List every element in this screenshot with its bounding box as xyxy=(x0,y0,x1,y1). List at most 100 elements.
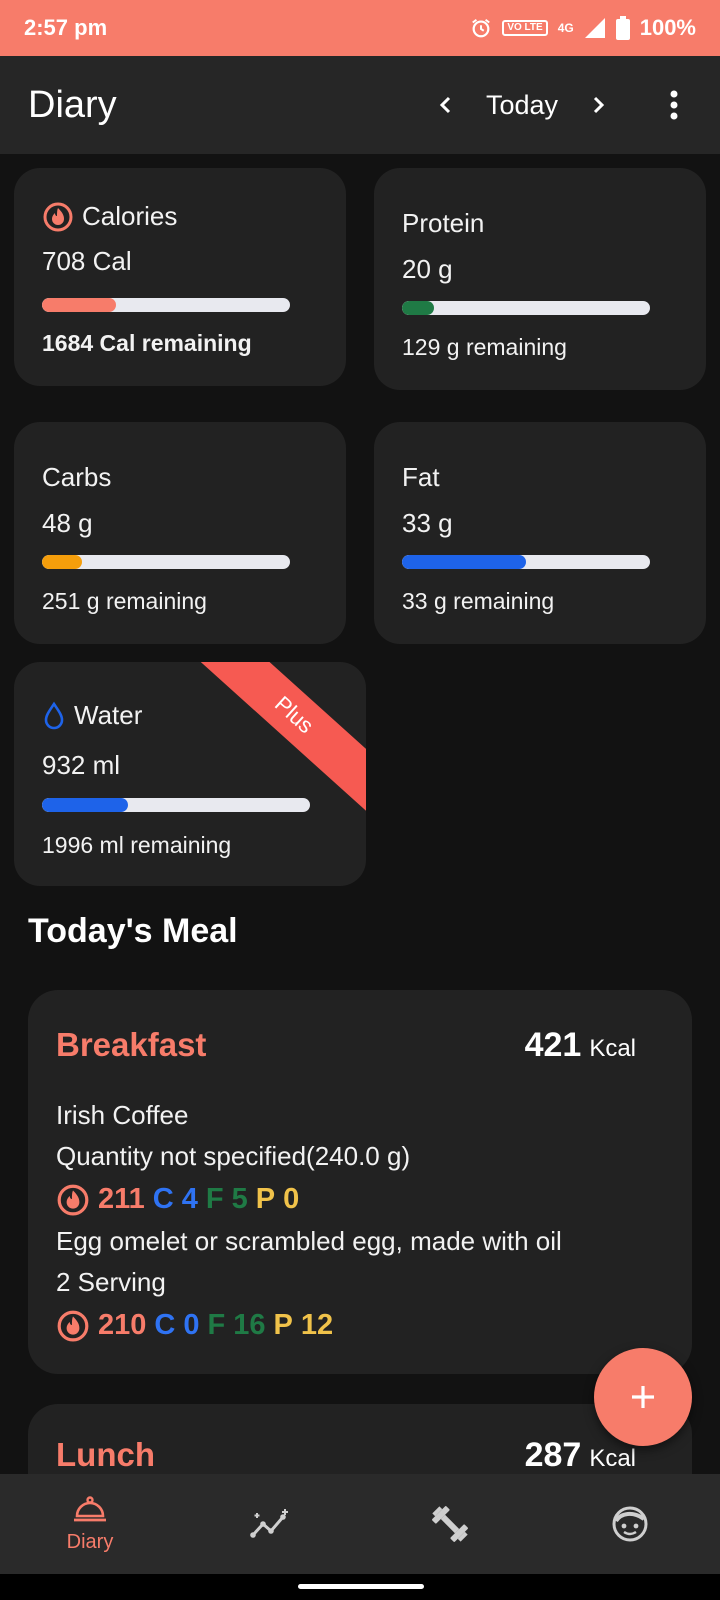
face-icon xyxy=(612,1506,648,1542)
add-food-button[interactable] xyxy=(594,1348,692,1446)
protein-progress-fill xyxy=(402,301,435,315)
food-item-macros: 211 C 4 F 5 P 0 xyxy=(56,1182,299,1216)
carbs-remaining: 251 g remaining xyxy=(42,588,207,614)
carbs-progress-bar xyxy=(42,555,290,569)
status-time: 2:57 pm xyxy=(24,15,108,40)
previous-day-button[interactable] xyxy=(428,87,464,123)
plus-ribbon-label: Plus xyxy=(270,691,319,739)
flame-icon xyxy=(43,202,73,232)
macro-fat: 16 xyxy=(233,1308,266,1341)
calories-label-row: Calories xyxy=(42,200,177,232)
macro-fat: 5 xyxy=(231,1182,248,1215)
battery-percent: 100% xyxy=(639,15,696,40)
macro-carbs: 0 xyxy=(183,1308,200,1341)
meal-card-breakfast[interactable]: Breakfast 421 Kcal Irish Coffee Quantity… xyxy=(28,990,692,1374)
macro-protein-letter: P xyxy=(273,1308,293,1341)
bottom-navigation: Diary xyxy=(0,1474,720,1574)
flame-icon xyxy=(57,1184,89,1216)
fat-card[interactable]: Fat 33 g 33 g remaining xyxy=(374,422,706,644)
water-remaining: 1996 ml remaining xyxy=(42,832,232,858)
tab-profile[interactable] xyxy=(540,1474,720,1574)
app-bar: Diary Today xyxy=(0,56,720,154)
protein-label: Protein xyxy=(402,208,485,238)
meal-kcal: 421 Kcal xyxy=(525,1026,636,1065)
meal-kcal-unit: Kcal xyxy=(589,1445,636,1472)
page-title: Diary xyxy=(28,83,117,126)
status-icons: VO LTE 4G 100% xyxy=(470,15,696,41)
more-vert-icon xyxy=(670,90,678,120)
calories-card[interactable]: Calories 708 Cal 1684 Cal remaining xyxy=(14,168,346,386)
fat-label: Fat xyxy=(402,462,440,492)
macro-fat-letter: F xyxy=(207,1308,226,1341)
water-label-row: Water xyxy=(42,700,142,731)
food-item-name[interactable]: Egg omelet or scrambled egg, made with o… xyxy=(56,1226,562,1257)
fat-progress-bar xyxy=(402,555,650,569)
meal-kcal-unit: Kcal xyxy=(589,1035,636,1062)
meal-name: Lunch xyxy=(56,1436,155,1473)
calories-label: Calories xyxy=(82,200,178,231)
macro-calories: 210 xyxy=(98,1308,147,1341)
food-item-macros: 210 C 0 F 16 P 12 xyxy=(56,1308,333,1342)
tab-diary-label: Diary xyxy=(66,1530,114,1553)
meal-kcal: 287 Kcal xyxy=(525,1436,636,1475)
calories-remaining: 1684 Cal remaining xyxy=(42,330,252,356)
plus-icon xyxy=(632,1386,654,1408)
water-value: 932 ml xyxy=(42,750,121,780)
overflow-menu-button[interactable] xyxy=(656,87,692,123)
food-item-name[interactable]: Irish Coffee xyxy=(56,1100,188,1131)
dumbbell-icon xyxy=(432,1506,468,1542)
carbs-label: Carbs xyxy=(42,462,112,492)
volte-badge: VO LTE xyxy=(502,20,548,36)
flame-icon xyxy=(57,1310,89,1342)
date-navigator: Today xyxy=(428,87,692,123)
food-item-quantity: Quantity not specified(240.0 g) xyxy=(56,1141,411,1171)
next-day-button[interactable] xyxy=(580,87,616,123)
calories-progress-bar xyxy=(42,298,290,312)
protein-card[interactable]: Protein 20 g 129 g remaining xyxy=(374,168,706,390)
food-item-quantity: 2 Serving xyxy=(56,1267,166,1297)
fat-progress-fill xyxy=(402,555,526,569)
macro-protein: 0 xyxy=(283,1182,300,1215)
tab-analytics[interactable] xyxy=(180,1474,360,1574)
cloche-icon xyxy=(74,1495,106,1521)
alarm-icon xyxy=(472,18,491,38)
network-type: 4G xyxy=(557,20,574,35)
carbs-value: 48 g xyxy=(42,508,93,538)
water-label: Water xyxy=(74,700,143,730)
water-progress-bar xyxy=(42,798,310,812)
macro-fat-letter: F xyxy=(205,1182,224,1215)
analytics-sparkle-icon xyxy=(250,1509,288,1538)
chevron-left-icon xyxy=(439,96,450,114)
fat-value: 33 g xyxy=(402,508,453,538)
home-gesture-handle[interactable] xyxy=(298,1584,424,1589)
protein-remaining: 129 g remaining xyxy=(402,334,567,360)
macro-carbs-letter: C xyxy=(152,1182,174,1215)
macro-calories: 211 xyxy=(98,1182,145,1215)
macro-carbs: 4 xyxy=(181,1182,198,1215)
water-progress-fill xyxy=(42,798,128,812)
date-label[interactable]: Today xyxy=(486,90,558,121)
macro-carbs-letter: C xyxy=(154,1308,176,1341)
carbs-card[interactable]: Carbs 48 g 251 g remaining xyxy=(14,422,346,644)
fat-remaining: 33 g remaining xyxy=(402,588,555,614)
tab-workout[interactable] xyxy=(360,1474,540,1574)
macro-protein: 12 xyxy=(300,1308,334,1341)
protein-value: 20 g xyxy=(402,254,453,284)
meal-kcal-value: 287 xyxy=(524,1436,582,1474)
carbs-progress-fill xyxy=(42,555,82,569)
status-bar: 2:57 pm VO LTE 4G 100% xyxy=(0,0,720,56)
water-card[interactable]: Plus Water 932 ml 1996 ml remaining xyxy=(14,662,366,886)
section-title-todays-meal: Today's Meal xyxy=(28,912,238,950)
meal-kcal-value: 421 xyxy=(524,1026,582,1064)
calories-progress-fill xyxy=(42,298,117,312)
signal-icon xyxy=(584,18,605,38)
battery-icon xyxy=(615,16,630,40)
chevron-right-icon xyxy=(593,96,605,114)
protein-progress-bar xyxy=(402,301,650,315)
calories-value: 708 Cal xyxy=(42,246,132,276)
water-drop-icon xyxy=(44,701,64,729)
macro-protein-letter: P xyxy=(255,1182,276,1215)
system-navigation-bar xyxy=(0,1574,720,1600)
meal-name: Breakfast xyxy=(56,1026,207,1063)
tab-diary[interactable]: Diary xyxy=(0,1474,180,1574)
